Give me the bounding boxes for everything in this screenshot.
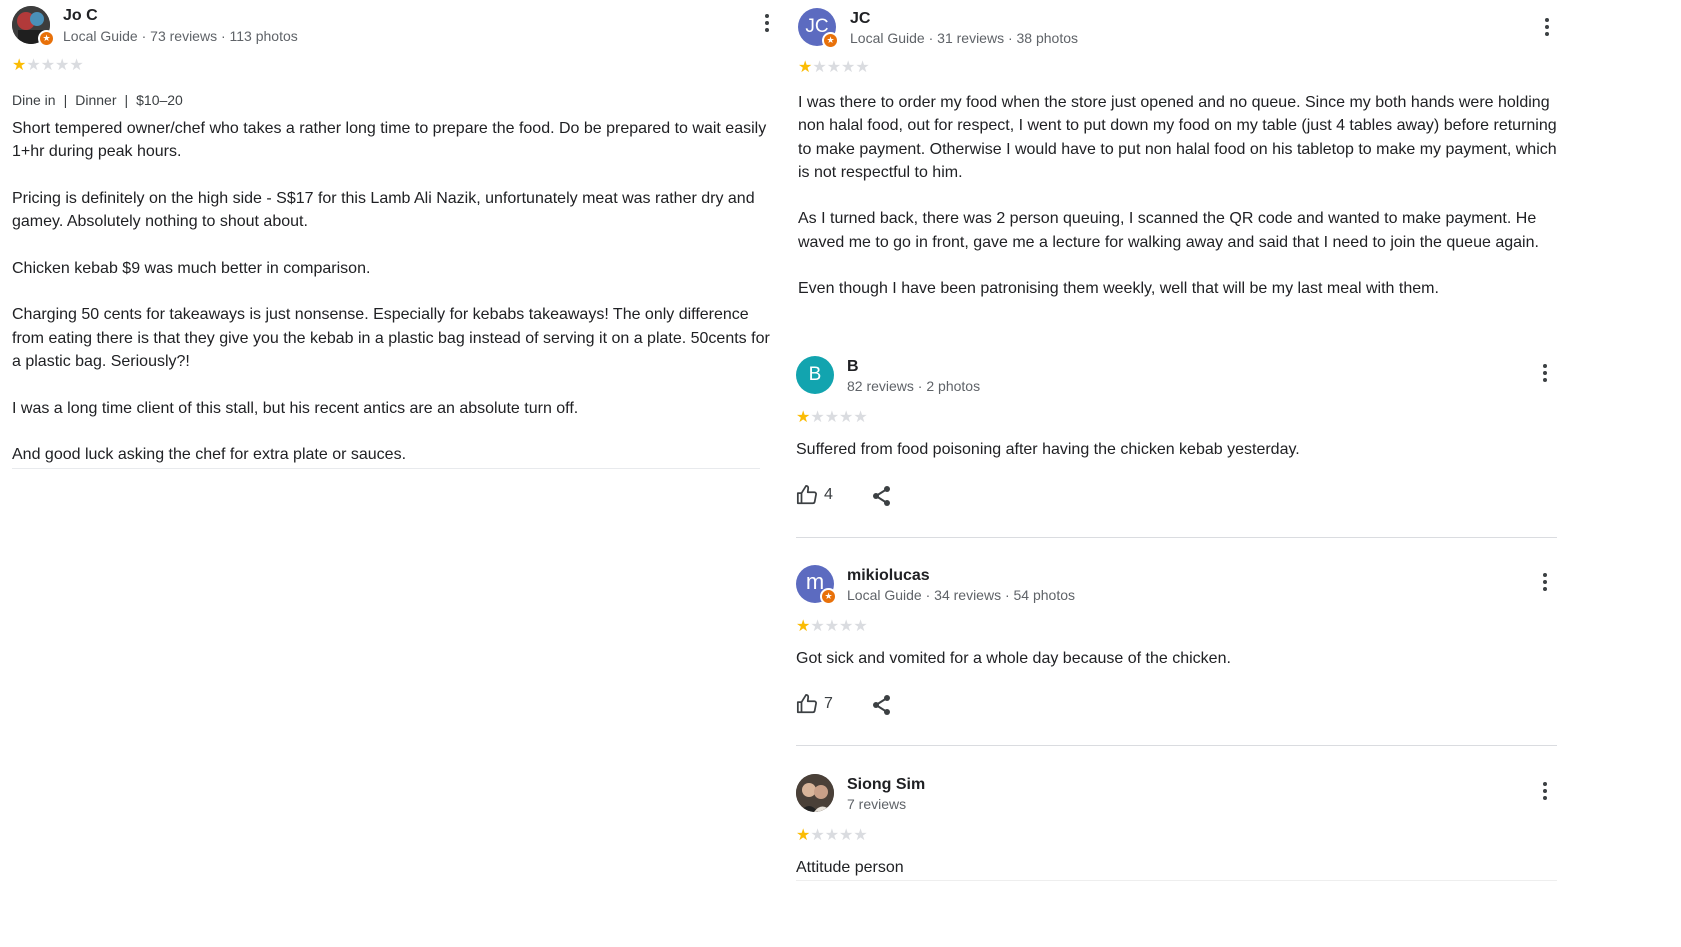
like-button[interactable]: 4 — [796, 484, 833, 506]
review-header: m ★ mikiolucas Local Guide · 34 reviews … — [796, 565, 1558, 613]
star-rating: ★★★★★ — [796, 827, 868, 844]
like-button[interactable]: 7 — [796, 693, 833, 715]
review-paragraph: Suffered from food poisoning after havin… — [796, 441, 1300, 458]
review-paragraph: Even though I have been patronising them… — [798, 280, 1439, 298]
local-guide-badge-icon: ★ — [820, 588, 837, 605]
reviewer-name[interactable]: Siong Sim — [847, 776, 925, 794]
reviewer-meta: Local Guide · 73 reviews · 113 photos — [63, 28, 298, 44]
visit-tags: Dine in | Dinner | $10–20 — [12, 92, 183, 108]
review-paragraph: As I turned back, there was 2 person que… — [798, 210, 1539, 251]
reviewer-meta: 7 reviews — [847, 796, 907, 812]
reviewer-name[interactable]: mikiolucas — [847, 567, 930, 585]
like-count: 7 — [824, 695, 833, 713]
reviewer-meta: 82 reviews · 2 photos — [847, 378, 981, 394]
review-paragraph: Charging 50 cents for takeaways is just … — [12, 306, 770, 370]
review-header: ★ Jo C Local Guide · 73 reviews · 113 ph… — [12, 6, 772, 54]
thumbs-up-icon — [796, 694, 817, 714]
share-button[interactable] — [872, 694, 892, 721]
share-icon — [873, 486, 890, 507]
review-text: Short tempered owner/chef who takes a ra… — [12, 117, 772, 466]
review-card: m ★ mikiolucas Local Guide · 34 reviews … — [796, 565, 1558, 723]
star-rating: ★★★★★ — [798, 59, 870, 76]
local-guide-badge-icon: ★ — [822, 32, 839, 49]
reviewer-avatar[interactable] — [796, 774, 834, 812]
review-card: JC ★ JC Local Guide · 31 reviews · 38 ph… — [798, 8, 1558, 301]
review-paragraph: Attitude person — [796, 859, 904, 876]
review-paragraph: Short tempered owner/chef who takes a ra… — [12, 120, 767, 161]
review-divider — [796, 537, 1557, 538]
tag-meal: Dinner — [75, 92, 117, 108]
review-header: JC ★ JC Local Guide · 31 reviews · 38 ph… — [798, 8, 1558, 56]
review-divider — [12, 468, 760, 470]
like-count: 4 — [824, 486, 833, 504]
tag-price: $10–20 — [136, 92, 183, 108]
star-rating: ★★★★★ — [12, 57, 84, 74]
review-card: ★ Jo C Local Guide · 73 reviews · 113 ph… — [12, 6, 772, 470]
share-icon — [873, 695, 890, 716]
more-options-icon[interactable] — [1542, 782, 1548, 804]
reviewer-name[interactable]: B — [847, 358, 859, 376]
review-divider — [796, 745, 1557, 746]
more-options-icon[interactable] — [1542, 364, 1548, 386]
more-options-icon[interactable] — [764, 14, 770, 36]
review-text: Got sick and vomited for a whole day bec… — [796, 647, 1558, 670]
review-header: B B 82 reviews · 2 photos — [796, 356, 1558, 404]
thumbs-up-icon — [796, 485, 817, 505]
reviewer-meta: Local Guide · 31 reviews · 38 photos — [850, 30, 1079, 46]
review-actions: 7 — [796, 693, 1558, 723]
review-header: Siong Sim 7 reviews — [796, 774, 1558, 822]
share-button[interactable] — [872, 485, 892, 512]
tag-service: Dine in — [12, 92, 56, 108]
review-divider — [796, 880, 1557, 881]
avatar-photo-icon — [796, 774, 834, 812]
more-options-icon[interactable] — [1544, 18, 1550, 40]
review-card: Siong Sim 7 reviews ★★★★★ Attitude perso… — [796, 774, 1558, 879]
review-paragraph: And good luck asking the chef for extra … — [12, 446, 407, 464]
review-paragraph: I was a long time client of this stall, … — [12, 399, 579, 417]
reviewer-avatar[interactable]: B — [796, 356, 834, 394]
review-paragraph: Pricing is definitely on the high side -… — [12, 189, 755, 231]
more-options-icon[interactable] — [1542, 573, 1548, 595]
review-card: B B 82 reviews · 2 photos ★★★★★ Suffered… — [796, 356, 1558, 514]
review-text: Attitude person — [796, 856, 1558, 879]
review-actions: 4 — [796, 484, 1558, 514]
reviewer-meta: Local Guide · 34 reviews · 54 photos — [847, 587, 1076, 603]
review-text: I was there to order my food when the st… — [798, 91, 1558, 301]
review-paragraph: Got sick and vomited for a whole day bec… — [796, 650, 1231, 667]
local-guide-badge-icon: ★ — [38, 30, 55, 47]
reviewer-name[interactable]: Jo C — [63, 7, 98, 25]
review-paragraph: Chicken kebab $9 was much better in comp… — [12, 259, 371, 277]
star-rating: ★★★★★ — [796, 409, 868, 426]
review-paragraph: I was there to order my food when the st… — [798, 94, 1557, 181]
avatar-initials: B — [808, 364, 822, 385]
reviewer-name[interactable]: JC — [850, 10, 870, 28]
review-text: Suffered from food poisoning after havin… — [796, 438, 1558, 461]
star-rating: ★★★★★ — [796, 618, 868, 635]
